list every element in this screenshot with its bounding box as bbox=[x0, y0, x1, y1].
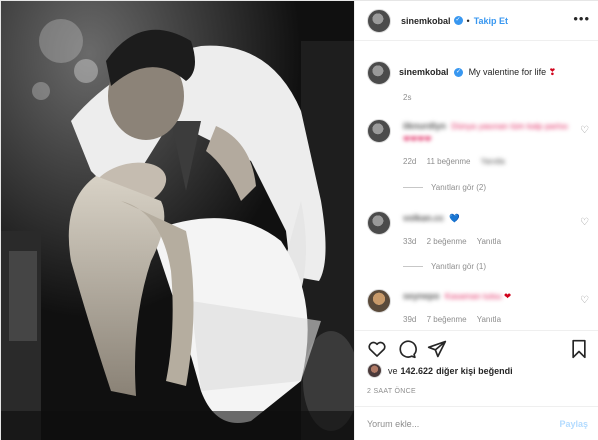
comment-text-row: volkan.cc 💙 bbox=[403, 213, 460, 224]
comment-emoji: ❤ bbox=[503, 291, 512, 301]
commenter-username[interactable]: volkan.cc bbox=[403, 213, 444, 223]
heart-icon[interactable] bbox=[367, 339, 387, 359]
comment-like-icon[interactable]: ♡ bbox=[580, 125, 589, 136]
replies-divider bbox=[403, 187, 423, 188]
reply-button[interactable]: Yanıtla bbox=[477, 237, 501, 246]
comment-like-icon[interactable]: ♡ bbox=[580, 295, 589, 306]
comment-emoji: ❤❤❤❤ bbox=[403, 134, 432, 144]
comment-age: 33d bbox=[403, 237, 417, 246]
comment-emoji-row: ❤❤❤❤ bbox=[403, 134, 432, 145]
caption-time: 2s bbox=[403, 93, 412, 102]
comment-likes[interactable]: 11 beğenme bbox=[427, 157, 471, 166]
comment-icon[interactable] bbox=[397, 339, 417, 359]
liked-by-prefix: ve bbox=[388, 365, 398, 376]
comment-meta: 22d 11 beğenme Yanıtla bbox=[403, 157, 513, 166]
view-replies-button[interactable]: Yanıtları gör (1) bbox=[403, 262, 486, 271]
comment-text: Kasaman tutsu bbox=[444, 291, 502, 301]
posted-ago: 2 SAAT ÖNCE bbox=[367, 388, 416, 395]
caption-text: My valentine for life bbox=[468, 67, 547, 77]
heart-exclamation-emoji: ❣ bbox=[548, 67, 557, 77]
post-side-panel: sinemkobal ✓ • Takip Et ••• sinemkobal ✓… bbox=[354, 1, 598, 440]
comment-likes[interactable]: 7 beğenme bbox=[427, 315, 467, 324]
commenter-avatar[interactable] bbox=[367, 211, 391, 235]
commenter-username[interactable]: iiknurdlyn bbox=[403, 121, 446, 131]
comment-input-bar: Yorum ekle... Paylaş bbox=[355, 406, 598, 440]
caption-username[interactable]: sinemkobal bbox=[399, 67, 449, 77]
comment-likes[interactable]: 2 beğenme bbox=[427, 237, 467, 246]
commenter-avatar[interactable] bbox=[367, 289, 391, 313]
comment-age: 39d bbox=[403, 315, 417, 324]
comment-meta: 39d 7 beğenme Yanıtla bbox=[403, 315, 509, 324]
post-photo[interactable] bbox=[1, 1, 354, 440]
comment-emoji: 💙 bbox=[449, 213, 460, 223]
comment-text-row: iiknurdlyn Dünya yasınan tüm kalp parlıs… bbox=[403, 121, 568, 131]
commenter-avatar[interactable] bbox=[367, 119, 391, 143]
view-replies-label[interactable]: Yanıtları gör (2) bbox=[431, 183, 486, 192]
liker-avatar[interactable] bbox=[367, 363, 382, 378]
reply-button[interactable]: Yanıtla bbox=[477, 315, 501, 324]
view-replies-label[interactable]: Yanıtları gör (1) bbox=[431, 262, 486, 271]
share-comment-button[interactable]: Paylaş bbox=[559, 419, 588, 429]
more-horizontal-icon[interactable]: ••• bbox=[573, 12, 590, 25]
commenter-username[interactable]: seynepo bbox=[403, 291, 440, 301]
author-username[interactable]: sinemkobal bbox=[401, 16, 451, 26]
comment-meta: 33d 2 beğenme Yanıtla bbox=[403, 237, 509, 246]
follow-button[interactable]: Takip Et bbox=[474, 16, 508, 26]
comment-like-icon[interactable]: ♡ bbox=[580, 217, 589, 228]
paper-plane-icon[interactable] bbox=[427, 339, 447, 359]
caption-text-row: sinemkobal ✓ My valentine for life ❣ bbox=[399, 67, 556, 78]
view-replies-button[interactable]: Yanıtları gör (2) bbox=[403, 183, 486, 192]
caption: sinemkobal ✓ My valentine for life ❣ bbox=[367, 61, 556, 85]
bookmark-icon[interactable] bbox=[570, 339, 588, 359]
reply-button[interactable]: Yanıtla bbox=[481, 157, 505, 166]
liked-by: ve 142.622 diğer kişi beğendi bbox=[367, 363, 513, 378]
header-separator: • bbox=[466, 15, 470, 26]
verified-badge-icon: ✓ bbox=[454, 68, 464, 78]
couple-photo-illustration bbox=[1, 1, 354, 440]
author-avatar[interactable] bbox=[367, 8, 391, 33]
likes-count[interactable]: 142.622 bbox=[401, 366, 434, 376]
comment-age: 22d bbox=[403, 157, 417, 166]
comment-input[interactable]: Yorum ekle... bbox=[367, 419, 559, 429]
caption-avatar[interactable] bbox=[367, 61, 391, 85]
comment-text: Dünya yasınan tüm kalp parlısı bbox=[451, 121, 569, 131]
post-header: sinemkobal ✓ • Takip Et ••• bbox=[355, 1, 598, 41]
liked-by-suffix[interactable]: diğer kişi beğendi bbox=[436, 366, 513, 376]
verified-badge-icon: ✓ bbox=[453, 16, 463, 25]
replies-divider bbox=[403, 266, 423, 267]
instagram-post: sinemkobal ✓ • Takip Et ••• sinemkobal ✓… bbox=[0, 0, 598, 440]
comment-text-row: seynepo Kasaman tutsu ❤ bbox=[403, 291, 511, 302]
